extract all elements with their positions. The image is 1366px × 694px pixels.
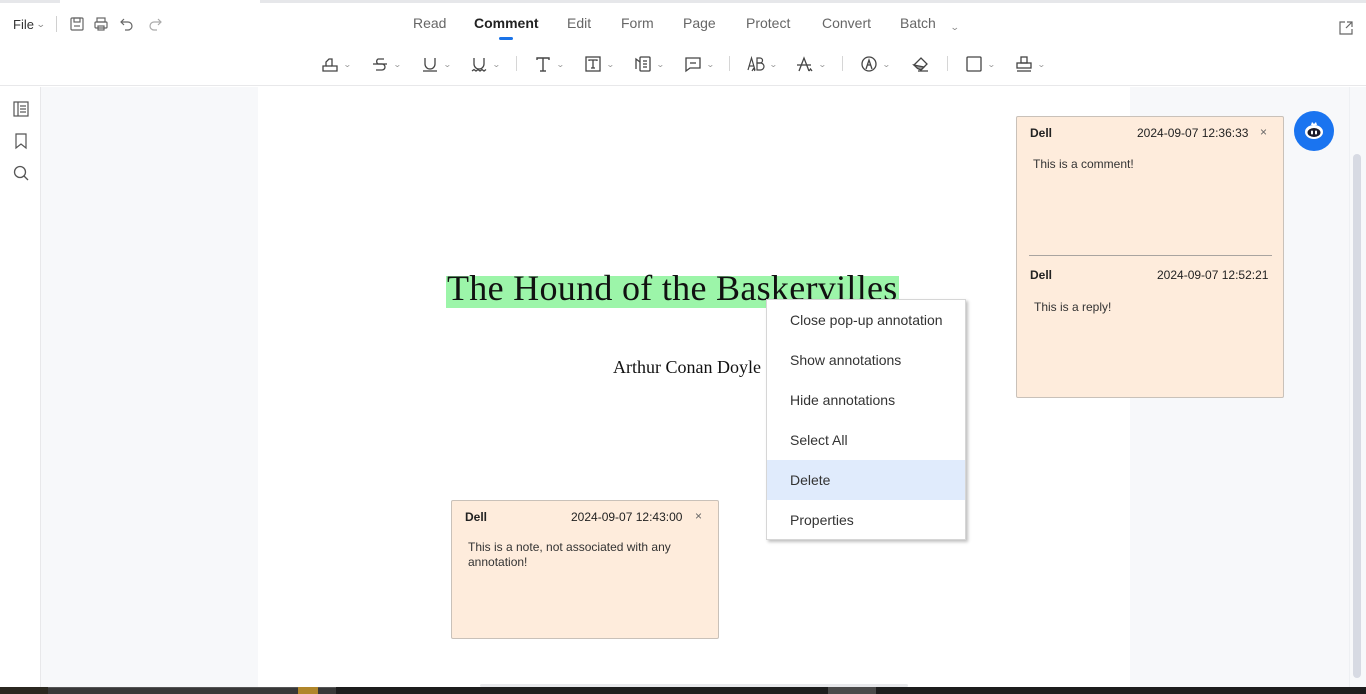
chevron-down-icon: ⌄ (342, 59, 352, 69)
insert-text-tool[interactable]: ⌄ (747, 54, 778, 74)
more-tabs-button[interactable]: ⌄ (949, 17, 960, 33)
main-menubar: File ⌄ Read Comment Edit Form Page Prote… (0, 3, 1366, 43)
highlight-icon (322, 58, 338, 72)
bookmark-icon[interactable] (12, 132, 30, 150)
shape-tool[interactable]: ⌄ (965, 54, 996, 74)
menu-item-properties[interactable]: Properties (767, 500, 965, 540)
chevron-down-icon: ⌄ (768, 59, 778, 69)
chevron-down-icon: ⌄ (392, 59, 402, 69)
divider (729, 56, 730, 71)
tab-comment[interactable]: Comment (474, 15, 539, 40)
chevron-down-icon: ⌄ (949, 22, 960, 32)
note-time: 2024-09-07 12:43:00 (571, 510, 683, 524)
thumbnails-icon[interactable] (12, 100, 30, 118)
reply-time: 2024-09-07 12:52:21 (1157, 268, 1269, 282)
tab-form[interactable]: Form (621, 15, 654, 31)
pencil-tool[interactable]: ⌄ (860, 54, 891, 74)
scrollbar-thumb[interactable] (1353, 154, 1361, 678)
reply-author: Dell (1030, 268, 1053, 282)
strikethrough-icon (373, 58, 387, 71)
stamp-icon (1016, 56, 1032, 72)
undo-icon[interactable] (118, 15, 136, 33)
squiggly-underline-icon (471, 58, 487, 72)
menu-item-select-all[interactable]: Select All (767, 420, 965, 460)
pencil-draw-icon (861, 56, 877, 72)
tab-page[interactable]: Page (683, 15, 716, 31)
save-icon[interactable] (68, 15, 86, 33)
chevron-down-icon: ⌄ (442, 59, 452, 69)
ai-assistant-button[interactable] (1294, 111, 1334, 151)
comment-author: Dell (1030, 126, 1053, 140)
highlight-tool[interactable]: ⌄ (321, 54, 352, 74)
tab-protect[interactable]: Protect (746, 15, 790, 31)
tab-convert[interactable]: Convert (822, 15, 871, 31)
comment-toolbar: ⌄ ⌄ ⌄ ⌄ ⌄ ⌄ ⌄ ⌄ ⌄ ⌄ ⌄ ⌄ ⌄ (0, 43, 1366, 86)
comment-popup[interactable]: Dell 2024-09-07 12:36:33 × This is a com… (1016, 116, 1284, 398)
callout-icon (635, 56, 651, 72)
replace-text-icon (797, 56, 813, 72)
menu-item-hide-annotations[interactable]: Hide annotations (767, 380, 965, 420)
text-box-tool[interactable]: ⌄ (584, 54, 615, 74)
search-icon[interactable] (12, 164, 30, 182)
insert-text-icon (747, 55, 765, 72)
chevron-down-icon: ⌄ (655, 59, 665, 69)
menu-item-close-popup[interactable]: Close pop-up annotation (767, 300, 965, 340)
file-menu[interactable]: File ⌄ (13, 17, 46, 32)
file-menu-label: File (13, 17, 34, 32)
divider (842, 56, 843, 71)
chevron-down-icon: ⌄ (605, 59, 615, 69)
tab-edit[interactable]: Edit (567, 15, 591, 31)
close-icon[interactable]: × (695, 509, 702, 523)
sticky-note-icon (685, 57, 701, 73)
divider (56, 16, 57, 32)
note-author: Dell (465, 510, 488, 524)
replace-text-tool[interactable]: ⌄ (796, 54, 827, 74)
typewriter-text-icon (536, 57, 550, 72)
tab-read[interactable]: Read (413, 15, 446, 31)
context-menu: Close pop-up annotation Show annotations… (766, 299, 966, 540)
chevron-down-icon: ⌄ (817, 59, 827, 69)
taskbar (0, 687, 1366, 694)
underline-icon (423, 58, 437, 72)
strikethrough-tool[interactable]: ⌄ (371, 54, 402, 74)
chevron-down-icon: ⌄ (35, 19, 46, 29)
chevron-down-icon: ⌄ (986, 59, 996, 69)
reply-divider (1029, 255, 1272, 256)
popout-window-icon[interactable] (1337, 19, 1355, 37)
document-author: Arthur Conan Doyle (613, 357, 761, 377)
typewriter-tool[interactable]: ⌄ (534, 54, 565, 74)
squiggly-tool[interactable]: ⌄ (470, 54, 501, 74)
left-sidebar (0, 87, 41, 687)
text-box-icon (585, 56, 601, 72)
eraser-icon (912, 57, 928, 72)
print-icon[interactable] (92, 15, 110, 33)
comment-text[interactable]: This is a comment! (1033, 157, 1134, 172)
tab-batch[interactable]: Batch (900, 15, 936, 31)
note-text[interactable]: This is a note, not associated with any … (468, 540, 698, 570)
vertical-scrollbar[interactable] (1349, 87, 1366, 687)
callout-tool[interactable]: ⌄ (634, 54, 665, 74)
close-icon[interactable]: × (1260, 125, 1267, 139)
menu-item-delete[interactable]: Delete (767, 460, 965, 500)
robot-icon (1305, 122, 1323, 139)
chevron-down-icon: ⌄ (1036, 59, 1046, 69)
chevron-down-icon: ⌄ (555, 59, 565, 69)
underline-tool[interactable]: ⌄ (421, 54, 452, 74)
reply-text[interactable]: This is a reply! (1034, 300, 1111, 315)
redo-icon[interactable] (146, 15, 164, 33)
stamp-tool[interactable]: ⌄ (1015, 54, 1046, 74)
divider (516, 56, 517, 71)
chevron-down-icon: ⌄ (491, 59, 501, 69)
comment-time: 2024-09-07 12:36:33 (1137, 126, 1249, 140)
chevron-down-icon: ⌄ (881, 59, 891, 69)
chevron-down-icon: ⌄ (705, 59, 715, 69)
menu-item-show-annotations[interactable]: Show annotations (767, 340, 965, 380)
shape-rectangle-icon (966, 56, 982, 72)
eraser-tool[interactable] (912, 54, 930, 74)
sticky-note-tool[interactable]: ⌄ (684, 54, 715, 74)
divider (947, 56, 948, 71)
note-popup[interactable]: Dell 2024-09-07 12:43:00 × This is a not… (451, 500, 719, 639)
